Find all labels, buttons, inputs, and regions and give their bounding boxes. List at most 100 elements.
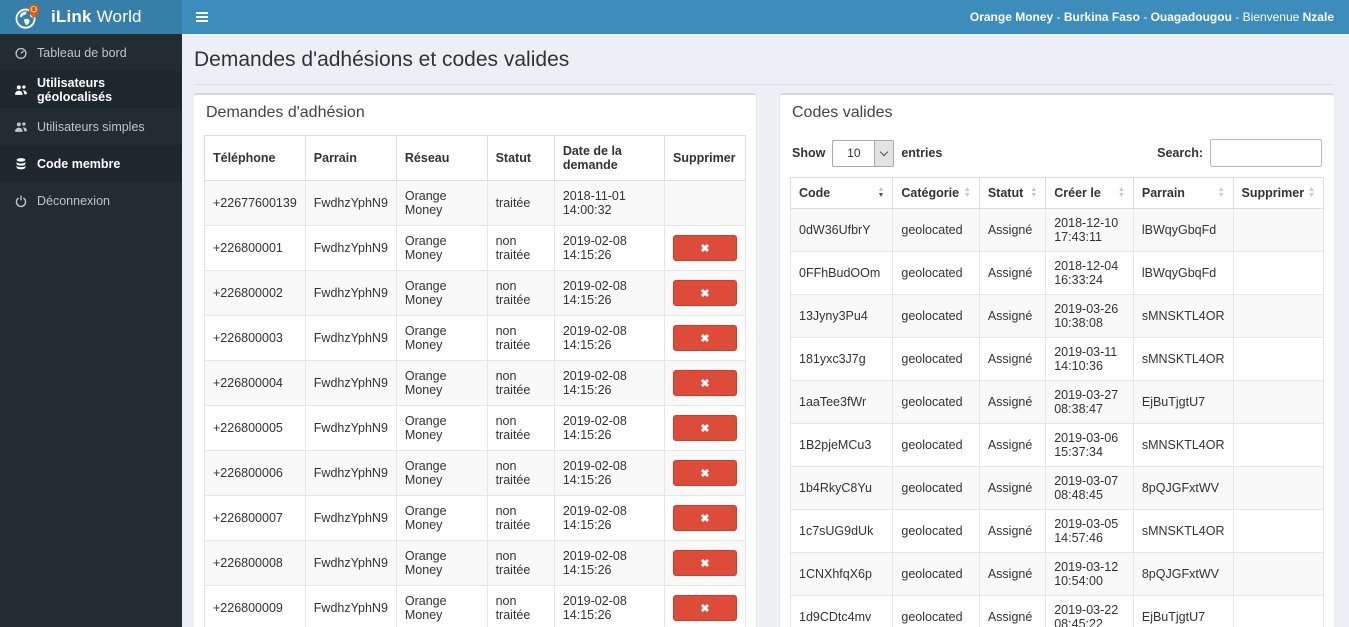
cell-creer_le: 2019-03-12 10:54:00 (1045, 552, 1134, 596)
delete-button[interactable]: ✖ (673, 325, 737, 351)
cell-supprimer (1232, 552, 1325, 596)
delete-button[interactable]: ✖ (673, 550, 737, 576)
main-content: Demandes d'adhésions et codes valides De… (182, 34, 1349, 627)
close-icon: ✖ (700, 377, 710, 390)
cell-parrain: FwdhzYphN9 (304, 495, 397, 541)
cell-parrain: 8pQJGFxtWV (1132, 466, 1234, 510)
column-header-code[interactable]: Code ▲ ▼ (789, 177, 894, 209)
cell-code: 1B2pjeMCu3 (789, 423, 894, 467)
delete-button[interactable]: ✖ (673, 595, 737, 621)
cell-supprimer (1232, 380, 1325, 424)
sidebar-item-label: Code membre (37, 156, 121, 171)
table-row: 1aaTee3fWr geolocated Assigné 2019-03-27 08… (789, 380, 1325, 424)
column-header-supprimer: Supprimer (664, 135, 746, 181)
top-navbar: $ iLink World Orange Money - Burkina Fas… (0, 0, 1349, 34)
cell-code: 0FFhBudOOm (789, 251, 894, 295)
cell-creer_le: 2018-12-10 17:43:11 (1045, 208, 1134, 252)
cell-statut: Assigné (978, 595, 1047, 627)
sidebar-toggle-button[interactable] (182, 0, 222, 34)
sidebar-item-utilisateurs-simples[interactable]: Utilisateurs simples (0, 108, 182, 145)
column-header-parrain[interactable]: Parrain ▲ ▼ (1132, 177, 1234, 209)
sort-icon: ▲ ▼ (963, 186, 971, 199)
cell-parrain: FwdhzYphN9 (304, 405, 397, 451)
cell-telephone: +226800006 (204, 450, 306, 496)
table-row: 1B2pjeMCu3 geolocated Assigné 2019-03-06 15… (789, 423, 1325, 467)
app-logo[interactable]: $ iLink World (0, 0, 182, 34)
cell-categorie: geolocated (892, 595, 980, 627)
svg-text:$: $ (32, 7, 35, 13)
delete-button[interactable]: ✖ (673, 460, 737, 486)
page-length-select[interactable]: 10 (832, 139, 895, 167)
cell-supprimer (1232, 423, 1325, 467)
cell-statut: Assigné (978, 251, 1047, 295)
column-header-supprimer[interactable]: Supprimer ▲ ▼ (1232, 177, 1325, 209)
cell-statut: non traitée (486, 585, 555, 627)
table-row: 13Jyny3Pu4 geolocated Assigné 2019-03-26 10… (789, 294, 1325, 338)
column-header-statut[interactable]: Statut ▲ ▼ (978, 177, 1047, 209)
show-label: Show (792, 146, 826, 160)
close-icon: ✖ (700, 287, 710, 300)
cell-reseau: Orange Money (395, 585, 488, 627)
cell-parrain: EjBuTjgtU7 (1132, 380, 1234, 424)
cell-reseau: Orange Money (395, 225, 488, 271)
search-input[interactable] (1210, 139, 1322, 167)
cell-code: 1b4RkyC8Yu (789, 466, 894, 510)
table-row: 1d9CDtc4mv geolocated Assigné 2019-03-22 08… (789, 595, 1325, 627)
delete-button[interactable]: ✖ (673, 415, 737, 441)
sidebar-item-label: Utilisateurs simples (37, 119, 145, 134)
column-header-telephone: Téléphone (204, 135, 306, 181)
demandes-panel-title: Demandes d'adhésion (206, 104, 365, 121)
cell-reseau: Orange Money (395, 180, 488, 226)
cell-creer_le: 2019-03-05 14:57:46 (1045, 509, 1134, 553)
cell-supprimer (1232, 509, 1325, 553)
cell-categorie: geolocated (892, 509, 980, 553)
cell-categorie: geolocated (892, 423, 980, 467)
cell-telephone: +226800005 (204, 405, 306, 451)
cell-code: 13Jyny3Pu4 (789, 294, 894, 338)
search-label: Search: (1157, 146, 1203, 160)
column-label: Créer le (1054, 186, 1101, 200)
sidebar-item-tableau-de-bord[interactable]: Tableau de bord (0, 34, 182, 71)
delete-button[interactable]: ✖ (673, 370, 737, 396)
cell-reseau: Orange Money (395, 405, 488, 451)
cell-supprimer: ✖ (664, 495, 746, 541)
dashboard-icon (14, 46, 28, 60)
delete-button[interactable]: ✖ (673, 505, 737, 531)
cell-code: 181yxc3J7g (789, 337, 894, 381)
cell-supprimer: ✖ (664, 270, 746, 316)
column-header-creer-le[interactable]: Créer le ▲ ▼ (1045, 177, 1134, 209)
column-header-categorie[interactable]: Catégorie ▲ ▼ (892, 177, 980, 209)
table-row: +226800009 FwdhzYphN9 Orange Money non trai… (204, 585, 746, 627)
cell-categorie: geolocated (892, 251, 980, 295)
cell-statut: Assigné (978, 337, 1047, 381)
cell-parrain: sMNSKTL4OR (1132, 423, 1234, 467)
cell-code: 1c7sUG9dUk (789, 509, 894, 553)
cell-creer_le: 2019-03-22 08:45:22 (1045, 595, 1134, 627)
sidebar-item-utilisateurs-geolocalises[interactable]: Utilisateurs géolocalisés (0, 71, 182, 108)
table-row: +226800008 FwdhzYphN9 Orange Money non trai… (204, 540, 746, 586)
cell-parrain: FwdhzYphN9 (304, 450, 397, 496)
sidebar-item-label: Utilisateurs géolocalisés (37, 75, 113, 104)
page-length-value: 10 (847, 146, 861, 160)
table-row: +226800002 FwdhzYphN9 Orange Money non trai… (204, 270, 746, 316)
codes-panel-title: Codes valides (792, 104, 893, 121)
cell-parrain: sMNSKTL4OR (1132, 337, 1234, 381)
cell-parrain: FwdhzYphN9 (304, 360, 397, 406)
column-label: Code (799, 186, 831, 200)
cell-supprimer (1232, 251, 1325, 295)
cell-telephone: +226800003 (204, 315, 306, 361)
sort-icon: ▲ ▼ (1217, 186, 1225, 199)
cell-parrain: FwdhzYphN9 (304, 540, 397, 586)
delete-button[interactable]: ✖ (673, 235, 737, 261)
table-row: 1c7sUG9dUk geolocated Assigné 2019-03-05 14… (789, 509, 1325, 553)
cell-reseau: Orange Money (395, 360, 488, 406)
cell-statut: non traitée (486, 495, 555, 541)
cell-statut: non traitée (486, 405, 555, 451)
column-header-statut: Statut (486, 135, 555, 181)
sidebar-item-deconnexion[interactable]: Déconnexion (0, 182, 182, 219)
sidebar-item-code-membre[interactable]: Code membre (0, 145, 182, 182)
table-row: 0dW36UfbrY geolocated Assigné 2018-12-10 17… (789, 208, 1325, 252)
cell-date: 2019-02-08 14:15:26 (553, 405, 666, 451)
cell-code: 1aaTee3fWr (789, 380, 894, 424)
delete-button[interactable]: ✖ (673, 280, 737, 306)
